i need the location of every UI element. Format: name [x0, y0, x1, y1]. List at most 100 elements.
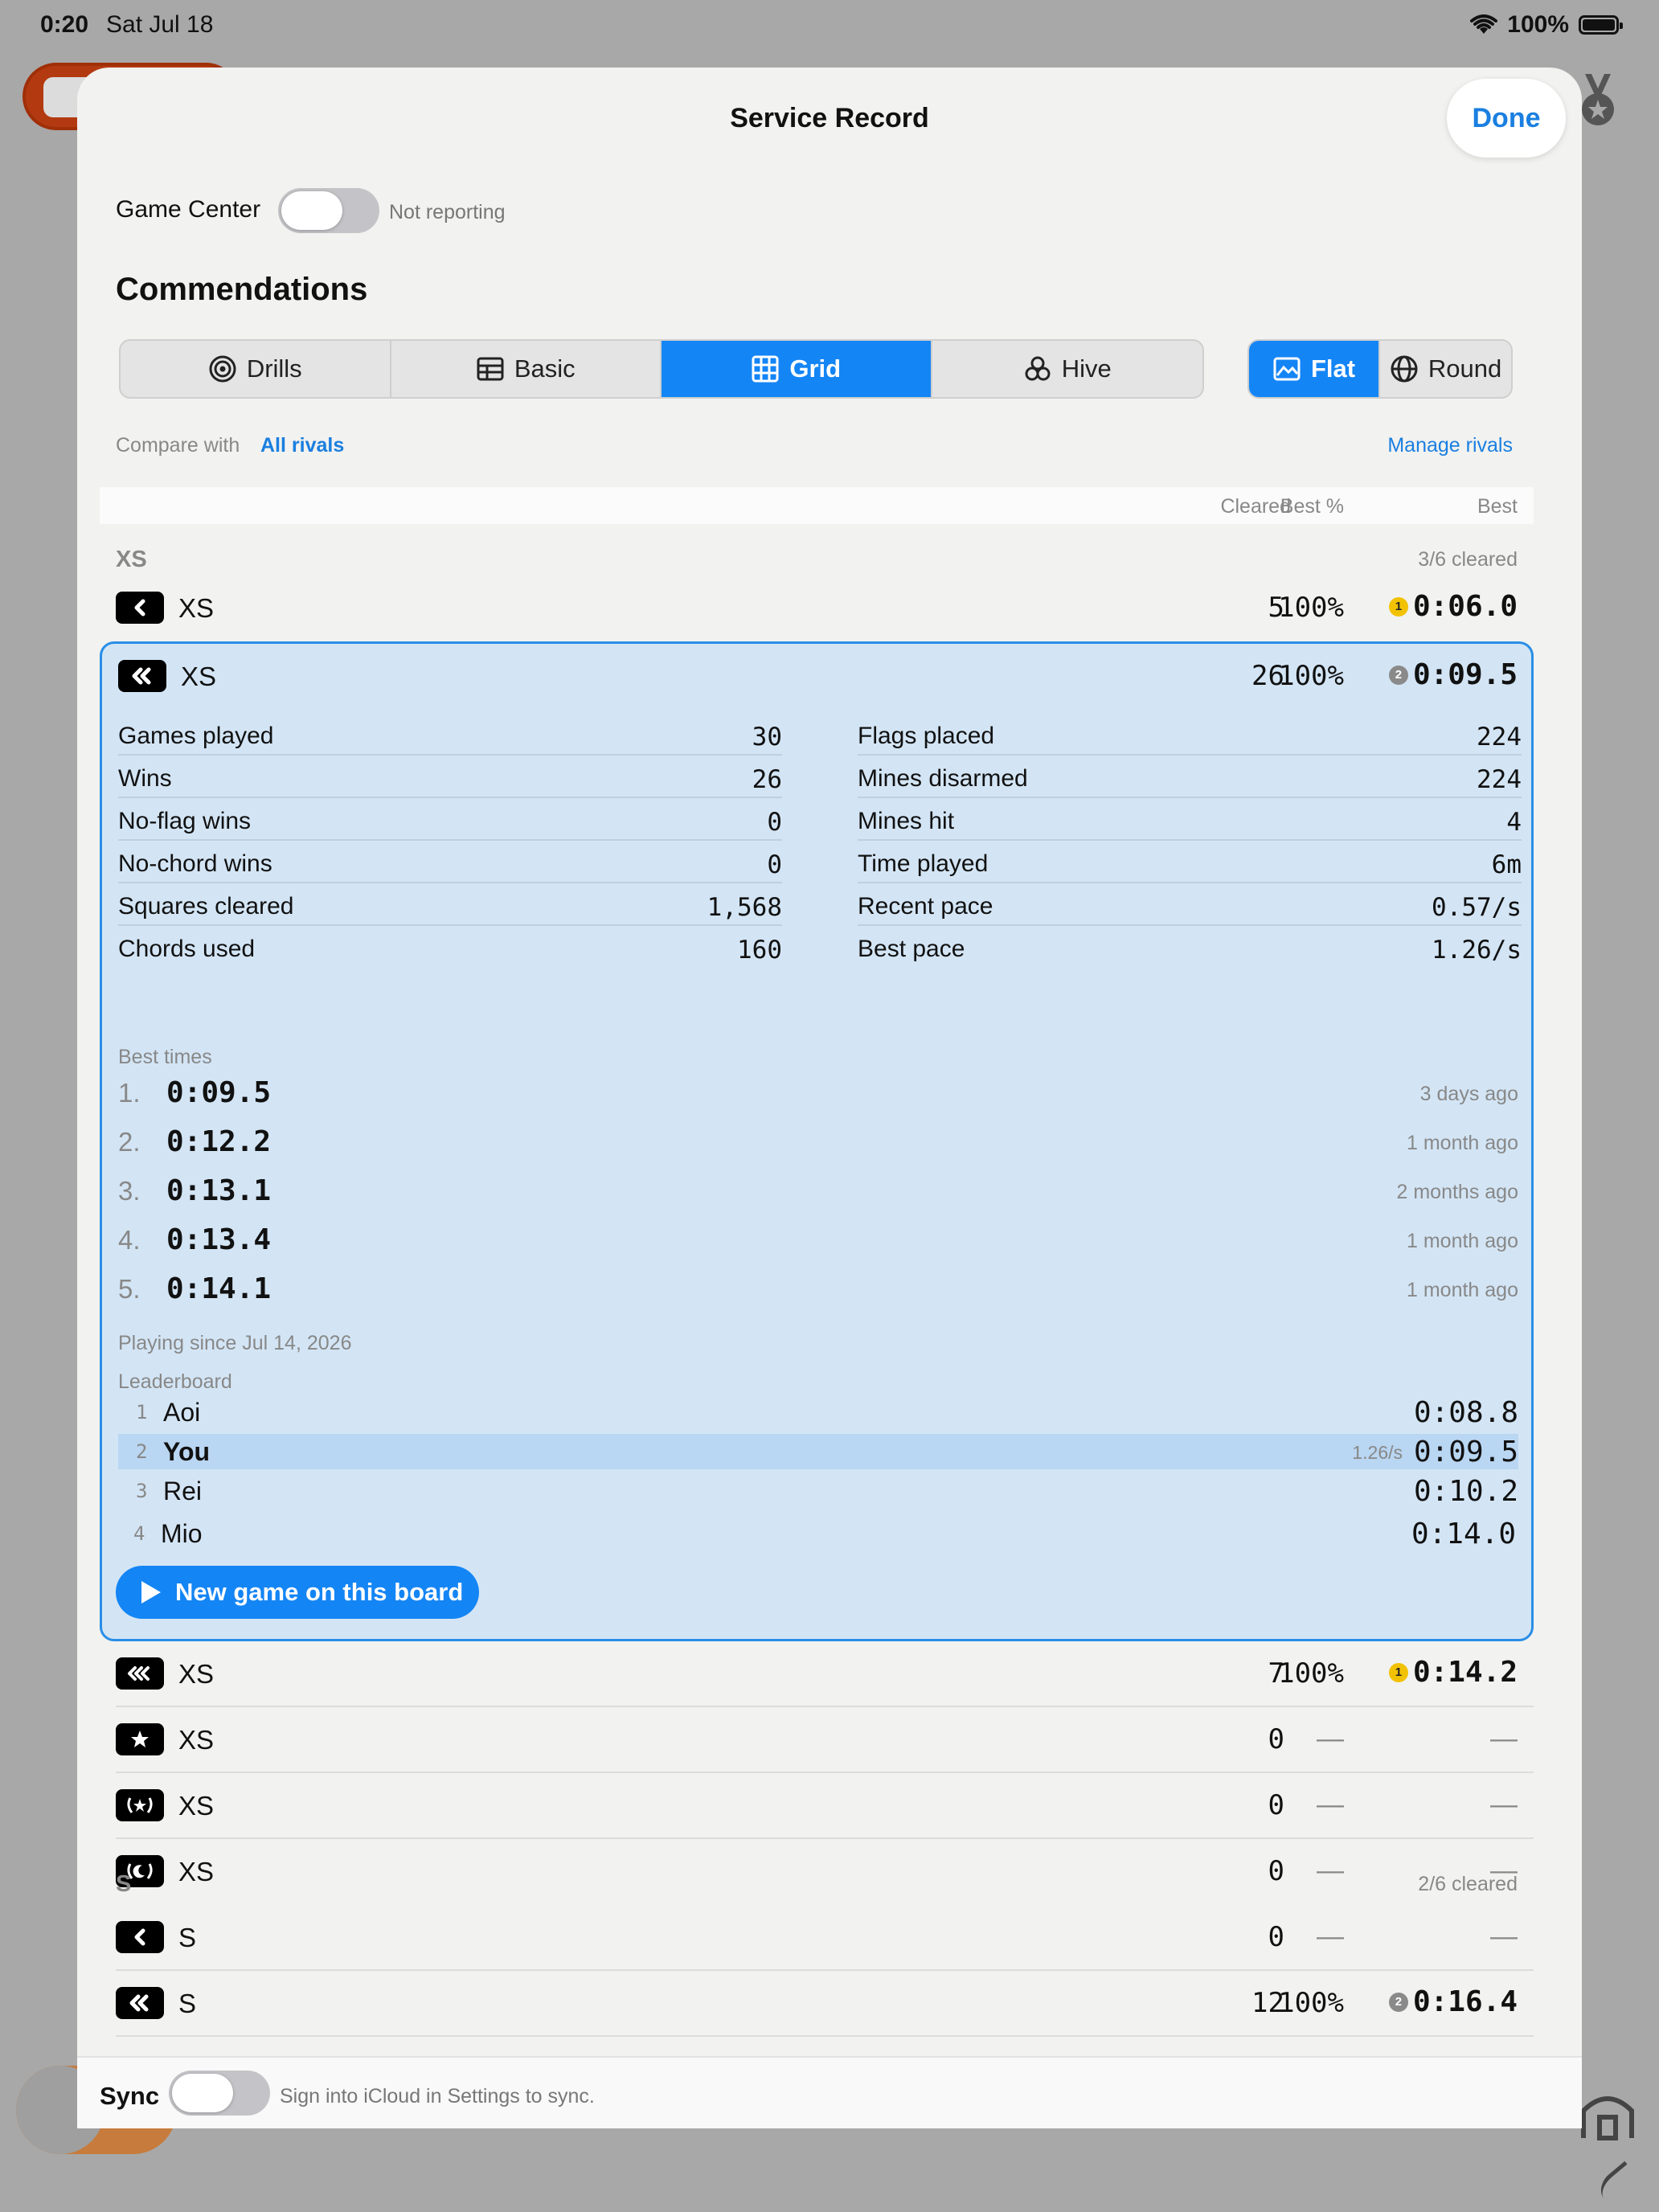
- best-time-value: 0:09.5: [166, 1076, 272, 1109]
- stat-value: 1.26/s: [1432, 936, 1522, 965]
- board-best-time: 2 0:16.4: [1388, 1985, 1518, 2018]
- board-best-pct: —: [1317, 1789, 1344, 1820]
- silver-medal-icon: 2: [1388, 1992, 1408, 2012]
- group-cleared-xs: 3/6 cleared: [1418, 548, 1518, 571]
- tab-round-label: Round: [1428, 354, 1502, 383]
- tab-grid-label: Grid: [789, 354, 842, 383]
- column-header: Cleared Best % Best: [100, 487, 1534, 524]
- board-best-pct: —: [1317, 1723, 1344, 1754]
- stat-value: 1,568: [707, 893, 782, 922]
- hive-icon: [1025, 356, 1051, 381]
- group-label-xs: XS: [116, 547, 147, 572]
- stat-row: Best pace 1.26/s: [858, 926, 1522, 969]
- board-best-value: 0:06.0: [1412, 590, 1518, 623]
- tab-basic[interactable]: Basic: [391, 341, 662, 397]
- chevron-single-icon: [116, 1921, 164, 1953]
- best-time-value: 0:13.1: [166, 1174, 272, 1207]
- board-best-pct: —: [1317, 1921, 1344, 1952]
- status-bar: 0:20 Sat Jul 18 100%: [0, 0, 1659, 51]
- board-best-value: —: [1490, 1723, 1518, 1754]
- board-row[interactable]: XS 0 — —: [100, 1839, 1534, 1905]
- tab-round[interactable]: Round: [1380, 341, 1511, 397]
- board-best-value: 0:09.5: [1412, 658, 1518, 691]
- stat-value: 0.57/s: [1432, 893, 1522, 922]
- column-best: Best: [1477, 495, 1518, 518]
- sheet-title: Service Record: [730, 103, 929, 133]
- board-name: XS: [178, 1659, 215, 1689]
- board-cleared: 0: [1268, 1789, 1284, 1821]
- tab-drills-label: Drills: [246, 354, 302, 383]
- game-center-toggle[interactable]: [278, 188, 379, 233]
- stat-row: Wins 26: [118, 756, 782, 798]
- leaderboard-row: 4 Mio 0:14.0: [116, 1516, 1516, 1551]
- board-row[interactable]: XS 0 — —: [100, 1773, 1534, 1839]
- board-name: XS: [178, 1725, 215, 1755]
- table-icon: [477, 357, 504, 381]
- leaderboard-player: You: [163, 1437, 211, 1466]
- board-best-time: 1 0:14.2: [1388, 1656, 1518, 1689]
- compare-rivals-link[interactable]: All rivals: [260, 434, 344, 457]
- gold-medal-icon: 1: [1388, 596, 1408, 616]
- tab-hive[interactable]: Hive: [932, 341, 1203, 397]
- board-name: XS: [178, 593, 215, 623]
- leaderboard-player: Rei: [163, 1477, 203, 1505]
- laurel-star-icon: [116, 1789, 164, 1821]
- board-best-time: 1 0:06.0: [1388, 590, 1518, 623]
- stat-label: Time played: [858, 850, 989, 877]
- column-best-pct: Best %: [1280, 495, 1344, 518]
- board-best-value: —: [1490, 1789, 1518, 1820]
- stat-row: No-flag wins 0: [118, 798, 782, 841]
- tab-grid[interactable]: Grid: [662, 341, 932, 397]
- leaderboard-rank: 2: [136, 1440, 148, 1463]
- board-name: XS: [178, 1791, 215, 1821]
- stat-row: Flags placed 224: [858, 713, 1522, 756]
- sync-toggle[interactable]: [169, 2071, 270, 2116]
- board-row[interactable]: XS 26 100% 2 0:09.5: [102, 644, 1531, 710]
- status-date: Sat Jul 18: [106, 11, 214, 38]
- board-cleared: 0: [1268, 1921, 1284, 1953]
- new-game-button[interactable]: New game on this board: [116, 1566, 479, 1619]
- stat-label: Squares cleared: [118, 893, 294, 920]
- manage-rivals-link[interactable]: Manage rivals: [1387, 434, 1513, 457]
- board-best-pct: 100%: [1278, 1987, 1344, 2019]
- playing-since: Playing since Jul 14, 2026: [118, 1332, 352, 1354]
- best-time-ago: 1 month ago: [1407, 1132, 1518, 1154]
- stat-row: Chords used 160: [118, 926, 782, 969]
- stat-value: 224: [1477, 765, 1522, 794]
- status-time: 0:20: [40, 11, 89, 38]
- stat-value: 30: [752, 723, 782, 752]
- board-row[interactable]: XS 5 100% 1 0:06.0: [100, 576, 1534, 641]
- board-cleared: 0: [1268, 1723, 1284, 1755]
- best-time-ago: 2 months ago: [1396, 1181, 1519, 1203]
- stat-value: 224: [1477, 723, 1522, 752]
- best-time-value: 0:13.4: [166, 1223, 272, 1256]
- board-best-pct: —: [1317, 1855, 1344, 1886]
- stat-row: Games played 30: [118, 713, 782, 756]
- grid-icon: [752, 355, 779, 383]
- board-row[interactable]: XS 7 100% 1 0:14.2: [100, 1641, 1534, 1707]
- background-home-icon: [1581, 2096, 1634, 2140]
- board-row[interactable]: S 12 100% 2 0:16.4: [100, 1971, 1534, 2037]
- board-name: S: [178, 1923, 197, 1952]
- best-time-row: 5. 0:14.1 1 month ago: [118, 1266, 1518, 1315]
- tab-flat[interactable]: Flat: [1249, 341, 1381, 397]
- stat-row: Recent pace 0.57/s: [858, 883, 1522, 926]
- stats-left-column: Games played 30 Wins 26 No-flag wins 0 No-c…: [118, 713, 782, 969]
- leaderboard-rank: 1: [136, 1401, 148, 1423]
- new-game-label: New game on this board: [175, 1578, 464, 1606]
- stat-label: Recent pace: [858, 893, 993, 920]
- board-row[interactable]: S 0 — —: [100, 1905, 1534, 1971]
- image-icon: [1273, 357, 1301, 381]
- tab-drills[interactable]: Drills: [121, 341, 391, 397]
- background-slash: [1593, 2161, 1646, 2212]
- board-row[interactable]: XS 0 — —: [100, 1707, 1534, 1773]
- leaderboard-rank: 4: [133, 1522, 145, 1545]
- stats-right-column: Flags placed 224 Mines disarmed 224 Mines …: [858, 713, 1522, 969]
- expanded-board-card: XS 26 100% 2 0:09.5 Games played 30 Wins 26…: [100, 641, 1534, 1641]
- best-time-value: 0:12.2: [166, 1125, 272, 1158]
- stat-label: Mines hit: [858, 808, 955, 834]
- game-center-label: Game Center: [116, 196, 261, 223]
- chevron-double-icon: [116, 1987, 164, 2019]
- done-button[interactable]: Done: [1447, 79, 1566, 158]
- stat-value: 26: [752, 765, 782, 794]
